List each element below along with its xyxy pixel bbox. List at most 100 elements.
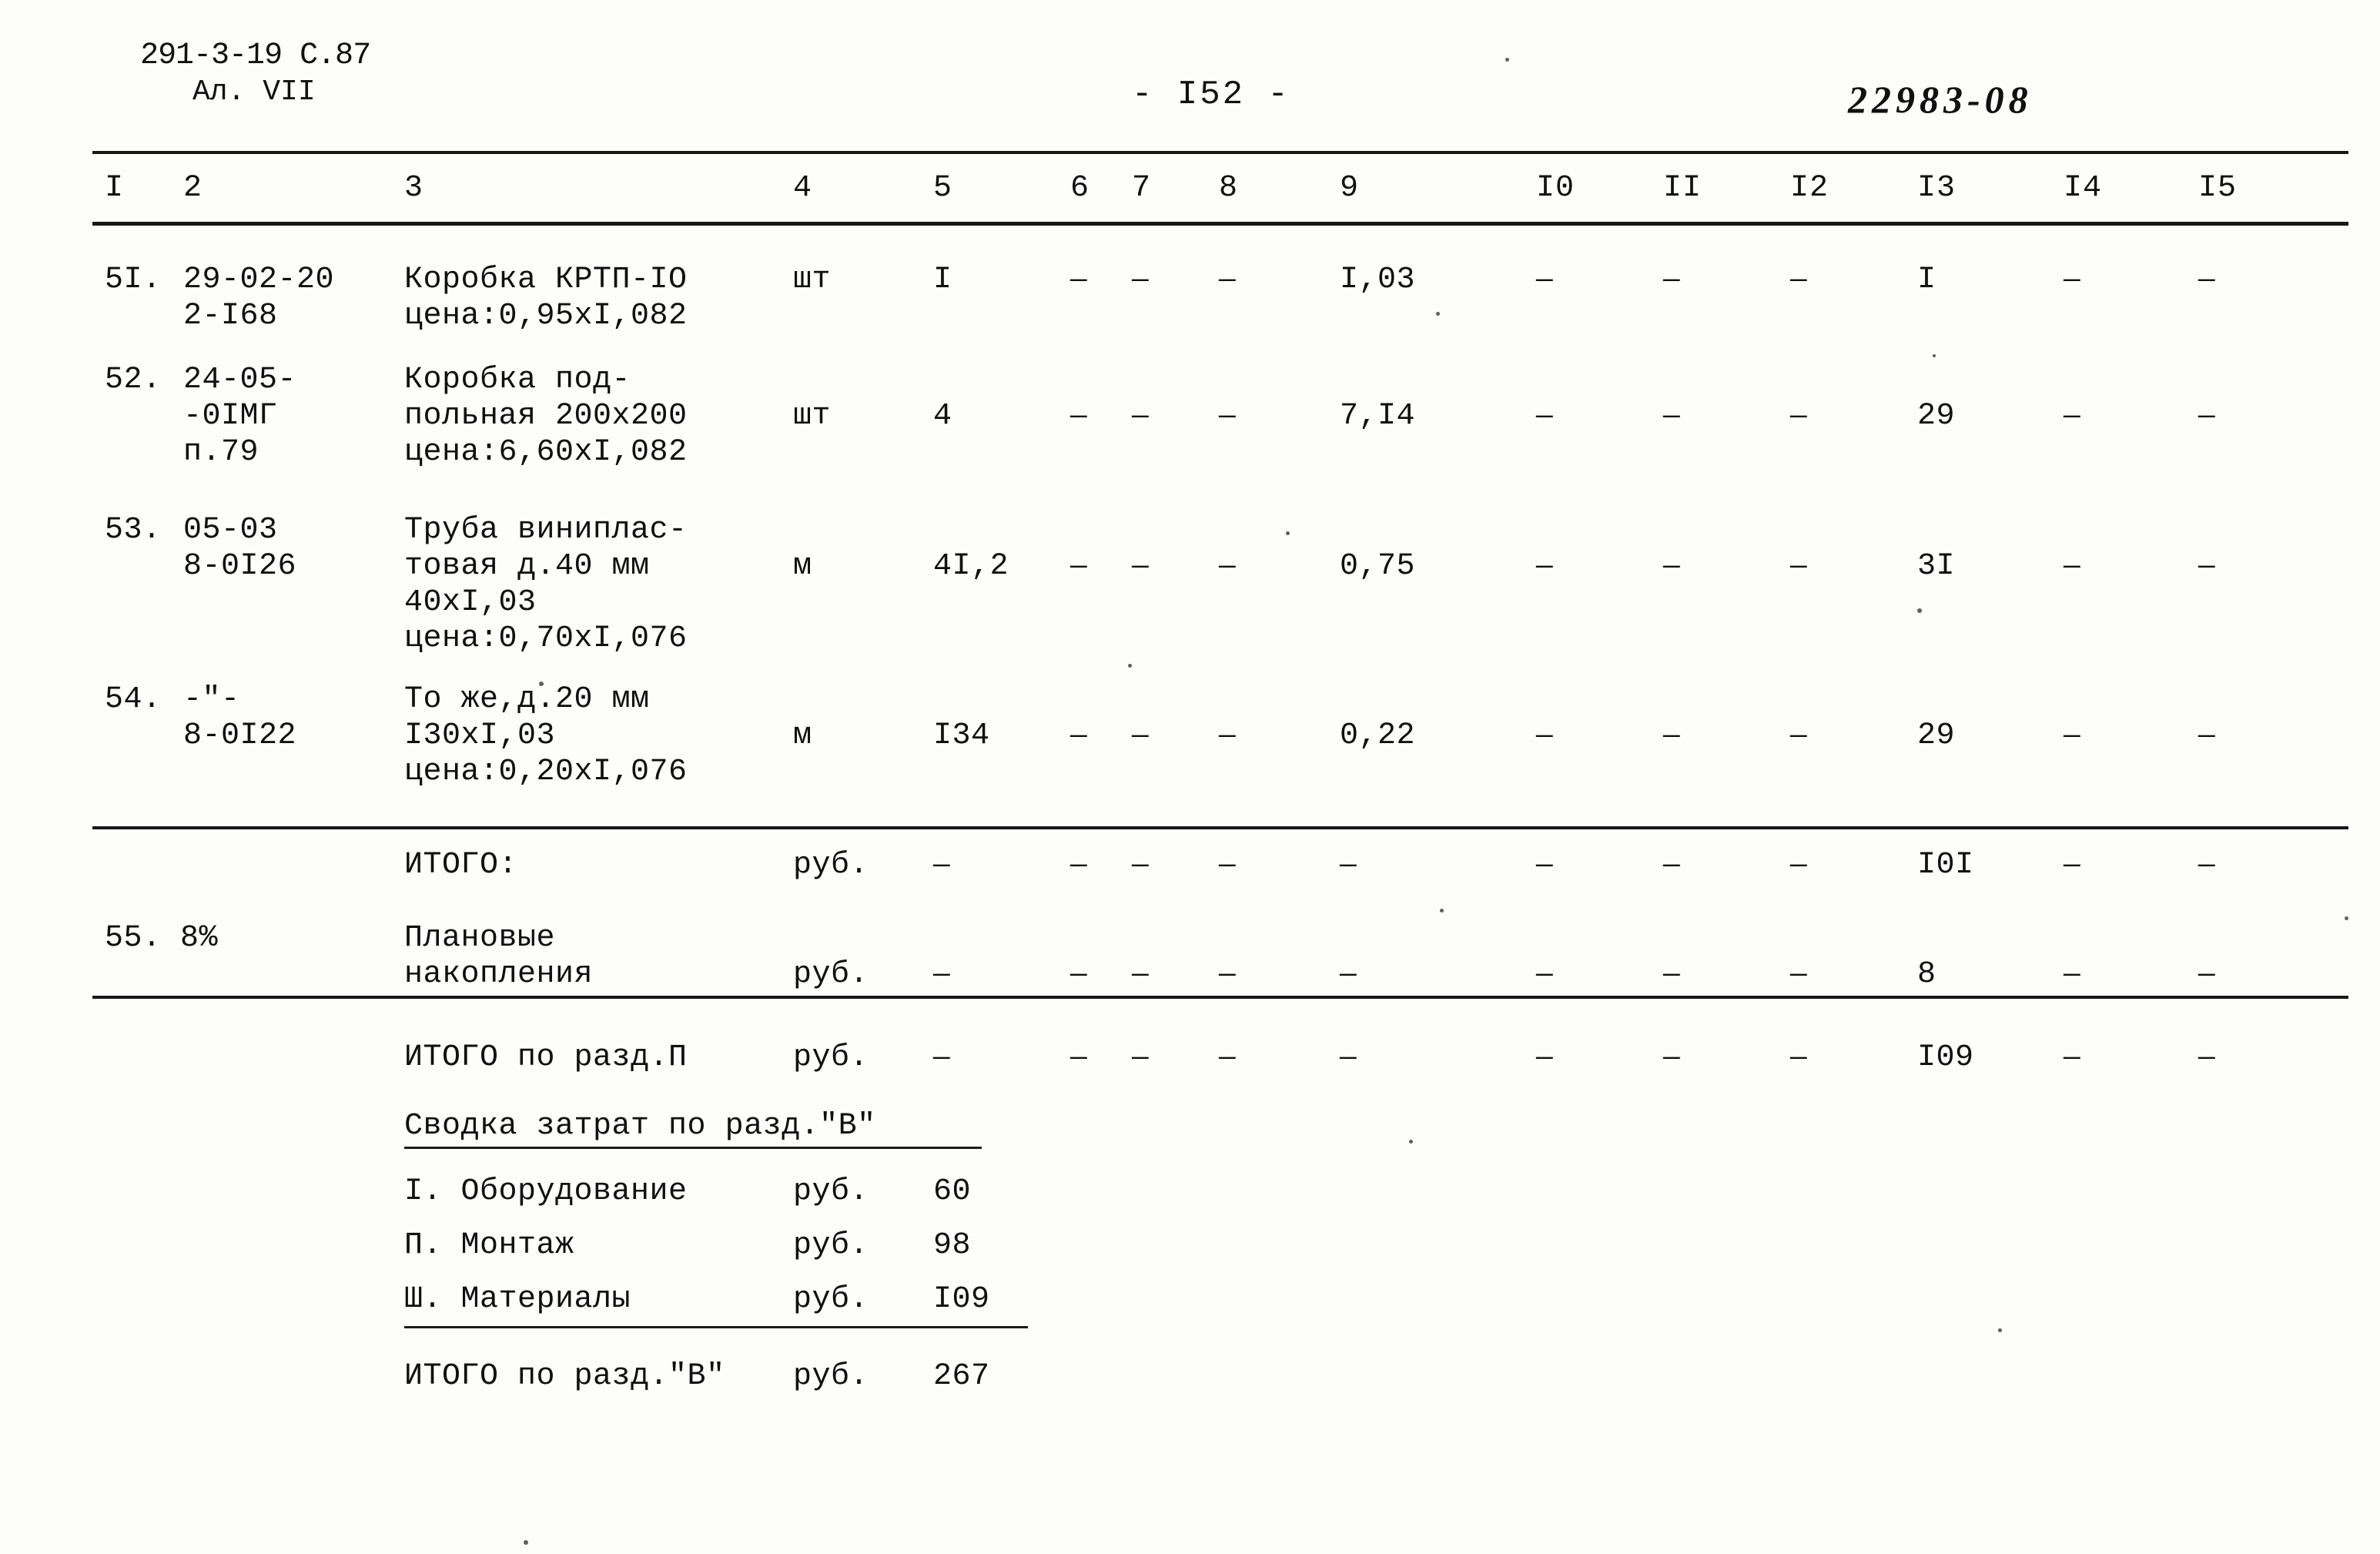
row-dash-col-15: — xyxy=(2198,264,2216,296)
row-dash-col-11: — xyxy=(1663,264,1681,296)
row-code-line: 8-0I26 xyxy=(183,549,297,584)
row-dash-col-6: — xyxy=(1070,551,1088,582)
summary-item-label: П. Монтаж xyxy=(404,1228,574,1263)
total-row-label: Плановые xyxy=(404,921,556,956)
row-value-col-5: 4 xyxy=(933,399,952,434)
row-name-line: цена:0,20xI,076 xyxy=(404,755,688,789)
row-dash-col-14: — xyxy=(2064,720,2081,752)
scan-speckle xyxy=(1505,58,1509,62)
row-name-line: I30xI,03 xyxy=(404,718,556,753)
row-value-col-13: 29 xyxy=(1917,399,1956,434)
row-dash-col-6: — xyxy=(1070,720,1088,752)
row-value-col-13: 29 xyxy=(1917,718,1956,753)
row-unit: м xyxy=(793,549,812,584)
total-dash-col-12: — xyxy=(1790,959,1808,990)
total-dash-col-10: — xyxy=(1536,959,1554,990)
scan-speckle xyxy=(1917,608,1922,613)
row-value-col-13: 3I xyxy=(1917,549,1956,584)
total-row-unit: руб. xyxy=(793,848,869,882)
row-dash-col-15: — xyxy=(2198,551,2216,582)
row-dash-col-7: — xyxy=(1132,551,1150,582)
scan-speckle xyxy=(524,1540,528,1545)
row-name-line: Труба виниплас- xyxy=(404,513,688,548)
scan-speckle xyxy=(2345,916,2348,920)
row-code-line: 29-02-20 xyxy=(183,263,335,297)
total-dash-col-12: — xyxy=(1790,849,1808,881)
row-unit: шт xyxy=(793,263,832,297)
row-dash-col-8: — xyxy=(1219,720,1237,752)
summary-item-value: 98 xyxy=(933,1228,972,1263)
summary-item-unit: руб. xyxy=(793,1282,869,1317)
scan-speckle xyxy=(1409,1140,1413,1144)
row-code-line: -0IМГ xyxy=(183,399,278,434)
summary-item-unit: руб. xyxy=(793,1228,869,1263)
row-value-col-9: 7,I4 xyxy=(1340,399,1416,434)
total-dash-col-9: — xyxy=(1340,959,1357,990)
total-row-number: 55. 8% xyxy=(105,921,219,956)
row-dash-col-8: — xyxy=(1219,551,1237,582)
total-dash-col-12: — xyxy=(1790,1042,1808,1073)
row-dash-col-14: — xyxy=(2064,400,2081,432)
row-name-line: То же,д.20 мм xyxy=(404,682,650,717)
row-dash-col-12: — xyxy=(1790,720,1808,752)
total-dash-col-8: — xyxy=(1219,1042,1237,1073)
total-row-unit: руб. xyxy=(793,1040,869,1075)
total-row-unit: руб. xyxy=(793,957,869,992)
row-name-line: Коробка под- xyxy=(404,363,631,397)
row-number: 5I. xyxy=(105,263,162,297)
row-code-line: 8-0I22 xyxy=(183,718,297,753)
row-value-col-13: I xyxy=(1917,263,1936,297)
total-value-col-13: 8 xyxy=(1917,957,1936,992)
scan-speckle xyxy=(1128,664,1132,668)
row-dash-col-6: — xyxy=(1070,400,1088,432)
row-dash-col-12: — xyxy=(1790,400,1808,432)
scan-speckle xyxy=(1933,354,1936,357)
total-dash-col-15: — xyxy=(2198,1042,2216,1073)
row-dash-col-12: — xyxy=(1790,264,1808,296)
row-value-col-5: 4I,2 xyxy=(933,549,1009,584)
row-code-line: п.79 xyxy=(183,435,259,470)
summary-item-value: 60 xyxy=(933,1174,972,1209)
total-dash-col-6: — xyxy=(1070,959,1088,990)
summary-item-unit: руб. xyxy=(793,1174,869,1209)
total-dash-col-10: — xyxy=(1536,849,1554,881)
summary-item-label: I. Оборудование xyxy=(404,1174,688,1209)
row-name-line: цена:6,60xI,082 xyxy=(404,435,688,470)
total-dash-col-8: — xyxy=(1219,849,1237,881)
row-dash-col-10: — xyxy=(1536,551,1554,582)
summary-item-label: Ш. Материалы xyxy=(404,1282,631,1317)
total-row-label: ИТОГО по разд.П xyxy=(404,1040,688,1075)
row-value-col-9: I,03 xyxy=(1340,263,1416,297)
row-dash-col-15: — xyxy=(2198,720,2216,752)
total-dash-col-9: — xyxy=(1340,1042,1357,1073)
total-dash-col-5: — xyxy=(933,1042,951,1073)
scan-speckle xyxy=(1998,1328,2002,1332)
total-dash-col-7: — xyxy=(1132,1042,1150,1073)
row-value-col-9: 0,75 xyxy=(1340,549,1416,584)
scan-speckle xyxy=(1436,312,1440,316)
total-dash-col-8: — xyxy=(1219,959,1237,990)
scan-speckle xyxy=(1440,909,1444,913)
table-body: 5I. 29-02-20 2-I68 Коробка КРТП-IO цена:0,95… xyxy=(0,0,2380,1554)
row-dash-col-7: — xyxy=(1132,720,1150,752)
row-dash-col-8: — xyxy=(1219,400,1237,432)
row-dash-col-11: — xyxy=(1663,551,1681,582)
row-value-col-5: I34 xyxy=(933,718,990,753)
total-dash-col-6: — xyxy=(1070,1042,1088,1073)
total-dash-col-11: — xyxy=(1663,1042,1681,1073)
row-code-line: 2-I68 xyxy=(183,299,278,333)
row-value-col-9: 0,22 xyxy=(1340,718,1416,753)
total-dash-col-11: — xyxy=(1663,849,1681,881)
row-dash-col-10: — xyxy=(1536,264,1554,296)
row-dash-col-14: — xyxy=(2064,264,2081,296)
row-dash-col-14: — xyxy=(2064,551,2081,582)
row-dash-col-10: — xyxy=(1536,400,1554,432)
scan-speckle xyxy=(539,682,544,686)
row-name-line: товая д.40 мм xyxy=(404,549,650,584)
total-dash-col-10: — xyxy=(1536,1042,1554,1073)
total-row-label: накопления xyxy=(404,957,594,992)
row-code-line: -"- xyxy=(183,682,240,717)
total-dash-col-14: — xyxy=(2064,959,2081,990)
row-dash-col-8: — xyxy=(1219,264,1237,296)
row-unit: м xyxy=(793,718,812,753)
